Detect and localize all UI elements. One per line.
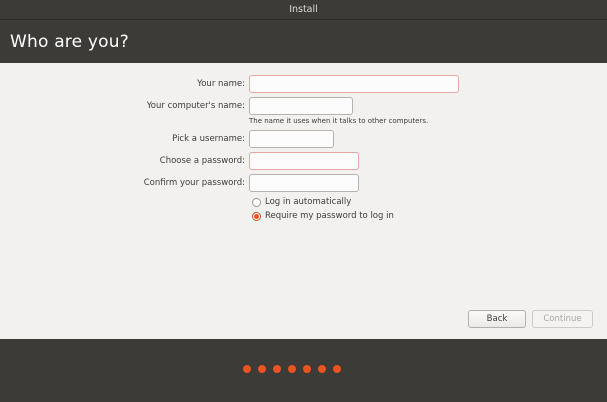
continue-button[interactable]: Continue	[532, 310, 593, 328]
computer-name-hint: The name it uses when it talks to other …	[249, 117, 429, 125]
progress-dot	[288, 365, 296, 373]
progress-dot	[258, 365, 266, 373]
progress-dot	[333, 365, 341, 373]
username-row: Pick a username:	[0, 130, 607, 148]
password-input[interactable]	[249, 152, 359, 170]
require-password-radio[interactable]	[252, 211, 261, 221]
your-name-row: Your name:	[0, 75, 607, 93]
require-password-label: Require my password to log in	[265, 211, 394, 221]
your-name-input[interactable]	[249, 75, 459, 93]
computer-name-input[interactable]	[249, 97, 353, 115]
confirm-password-input[interactable]	[249, 174, 359, 192]
window-title: Install	[289, 4, 318, 15]
your-name-label: Your name:	[197, 79, 245, 89]
require-password-option[interactable]: Require my password to log in	[252, 210, 394, 222]
computer-name-row: Your computer's name:	[0, 97, 607, 115]
password-row: Choose a password:	[0, 152, 607, 170]
progress-dots	[243, 365, 341, 373]
progress-dot	[273, 365, 281, 373]
window-titlebar: Install	[0, 0, 607, 20]
login-automatically-label: Log in automatically	[265, 197, 352, 207]
username-input[interactable]	[249, 130, 334, 148]
confirm-password-label: Confirm your password:	[143, 178, 245, 188]
username-label: Pick a username:	[172, 134, 245, 144]
page-title: Who are you?	[10, 31, 129, 52]
password-label: Choose a password:	[159, 156, 245, 166]
login-automatically-option[interactable]: Log in automatically	[252, 196, 351, 208]
login-automatically-radio[interactable]	[252, 197, 261, 207]
progress-dot	[243, 365, 251, 373]
progress-dot	[303, 365, 311, 373]
confirm-password-row: Confirm your password:	[0, 174, 607, 192]
computer-name-label: Your computer's name:	[146, 101, 245, 111]
progress-dot	[318, 365, 326, 373]
back-button[interactable]: Back	[468, 310, 526, 328]
page-header: Who are you?	[0, 20, 607, 63]
